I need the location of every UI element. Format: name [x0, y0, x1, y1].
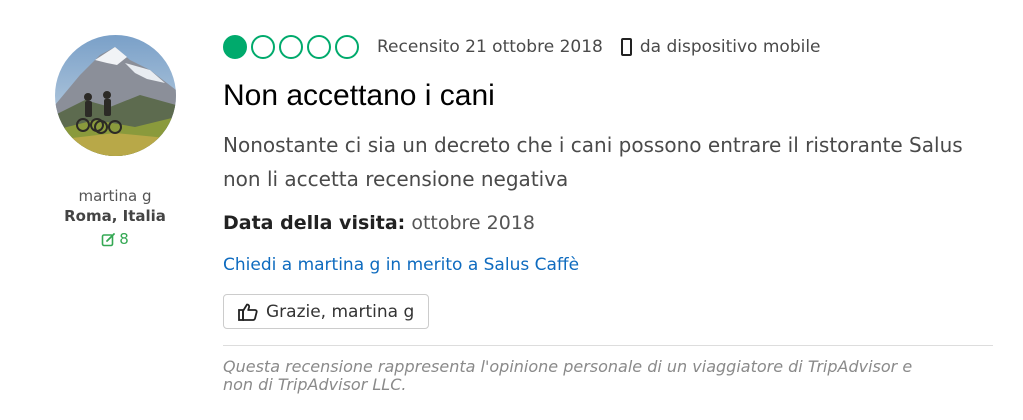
- device-info: da dispositivo mobile: [620, 37, 821, 57]
- bubble-rating: [223, 35, 359, 59]
- avatar[interactable]: [54, 35, 176, 156]
- divider: [223, 345, 993, 346]
- rating-bubble-empty: [307, 35, 331, 59]
- avatar-photo: [54, 35, 176, 156]
- edit-icon: [101, 232, 116, 246]
- thanks-button[interactable]: Grazie, martina g: [223, 294, 430, 329]
- device-text: da dispositivo mobile: [639, 37, 821, 57]
- rating-bubble-filled: [223, 35, 247, 59]
- rating-bubble-empty: [279, 35, 303, 59]
- visit-date: Data della visita: ottobre 2018: [223, 210, 993, 236]
- contributions-number: 8: [119, 230, 129, 248]
- mobile-phone-icon: [620, 38, 632, 56]
- visit-date-value: ottobre 2018: [411, 212, 536, 234]
- thanks-button-label: Grazie, martina g: [266, 301, 415, 322]
- review-date: Recensito 21 ottobre 2018: [377, 37, 603, 57]
- review-body: Nonostante ci sia un decreto che i cani …: [223, 133, 963, 191]
- rating-bubble-empty: [335, 35, 359, 59]
- contributions-count: 8: [101, 228, 129, 250]
- thumbs-up-icon: [238, 303, 258, 321]
- review-card: Recensito 21 ottobre 2018 da dispositivo…: [223, 30, 993, 394]
- reviewer-name[interactable]: martina g: [40, 186, 190, 206]
- visit-date-label: Data della visita:: [223, 212, 406, 234]
- review-meta: Recensito 21 ottobre 2018 da dispositivo…: [223, 30, 993, 64]
- review-title[interactable]: Non accettano i cani: [223, 78, 993, 114]
- reviewer-location: Roma, Italia: [64, 207, 166, 225]
- rating-bubble-empty: [251, 35, 275, 59]
- disclaimer-text: Questa recensione rappresenta l'opinione…: [223, 357, 913, 394]
- reviewer-info: martina g Roma, Italia 8: [40, 35, 190, 251]
- ask-reviewer-link[interactable]: Chiedi a martina g in merito a Salus Caf…: [223, 254, 993, 276]
